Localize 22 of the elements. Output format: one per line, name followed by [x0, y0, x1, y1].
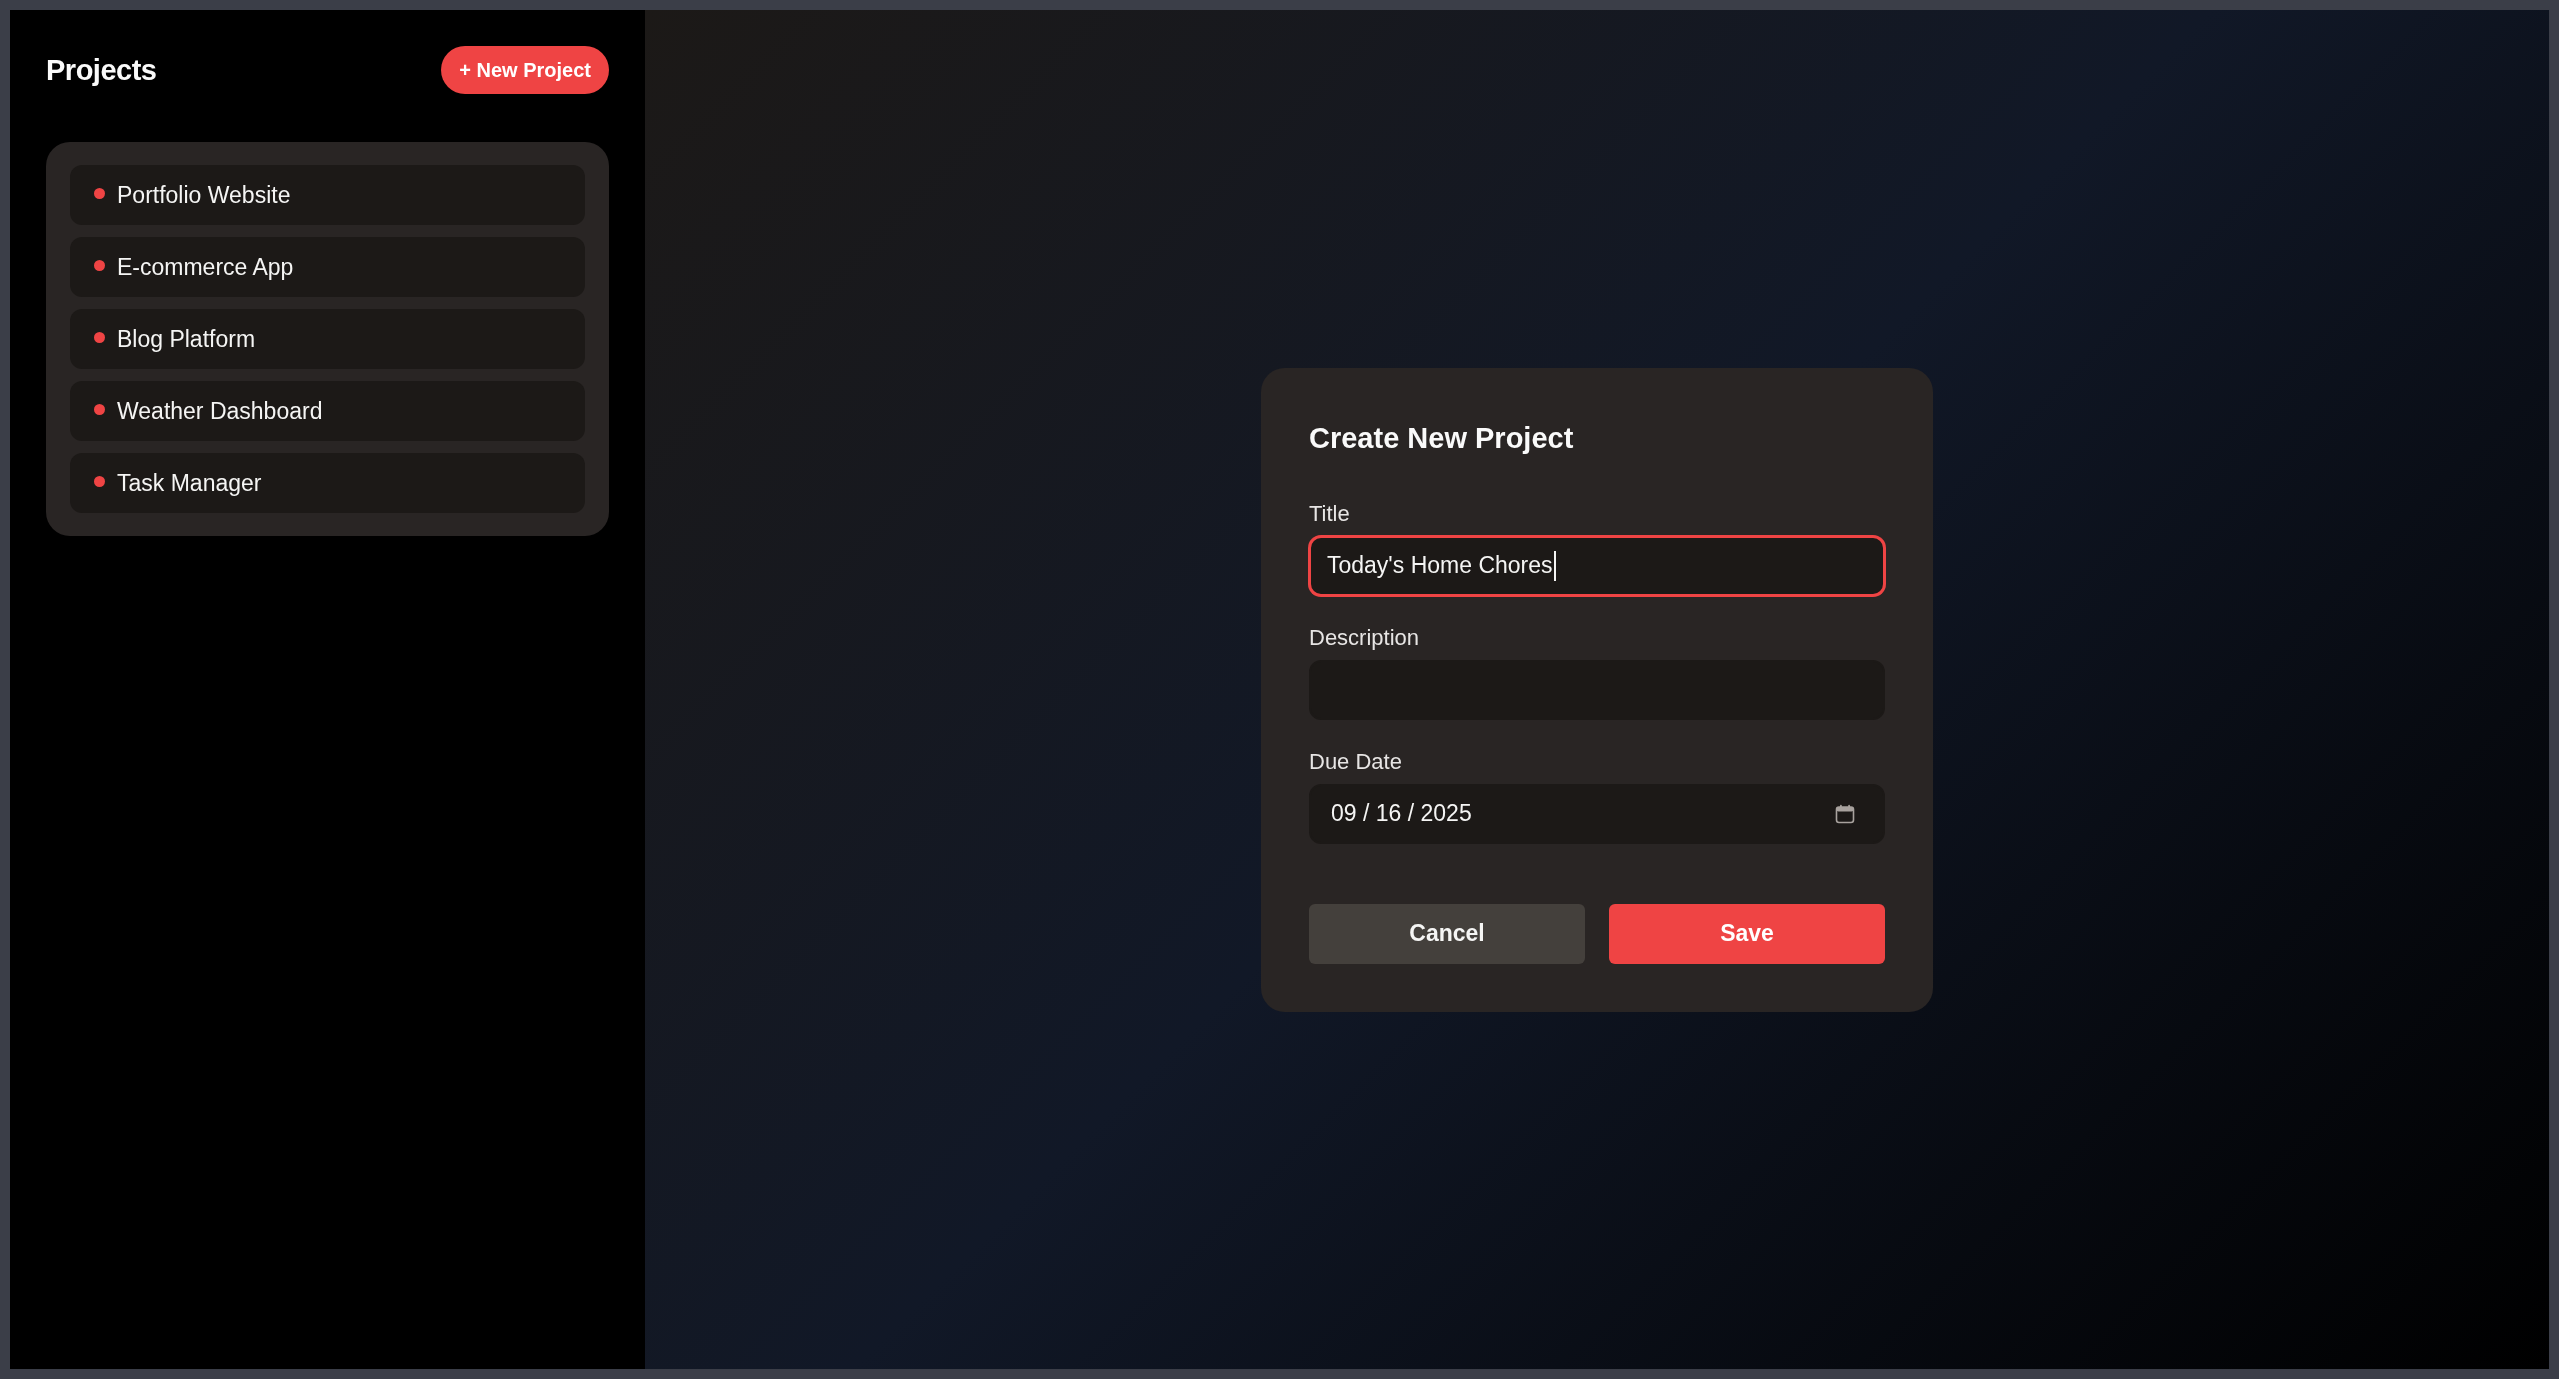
field-label: Due Date — [1309, 747, 1403, 776]
project-item[interactable]: Portfolio Website — [70, 165, 585, 225]
cancel-button[interactable]: Cancel — [1309, 903, 1585, 964]
project-item[interactable]: Weather Dashboard — [70, 381, 585, 441]
field-label: Description — [1309, 623, 1421, 652]
text-cursor-icon — [1553, 550, 1556, 581]
project-item[interactable]: E-commerce App — [70, 237, 585, 297]
save-button[interactable]: Save — [1609, 903, 1885, 964]
dot-icon — [94, 403, 105, 415]
dot-icon — [94, 475, 105, 487]
dialog-title: Create New Project — [1309, 420, 1575, 456]
dot-icon — [94, 187, 105, 199]
project-item[interactable]: Task Manager — [70, 453, 585, 513]
field-label: Title — [1309, 499, 1351, 528]
new-project-button[interactable]: + New Project — [441, 46, 609, 94]
date-input[interactable]: 09 / 16 / 2025 — [1309, 783, 1885, 844]
dot-icon — [94, 331, 105, 343]
dot-icon — [94, 259, 105, 271]
sidebar-title: Projects — [46, 53, 157, 87]
project-item[interactable]: Blog Platform — [70, 309, 585, 369]
calendar-icon[interactable] — [1835, 803, 1855, 824]
text-input[interactable]: Today's Home Chores — [1309, 535, 1885, 596]
